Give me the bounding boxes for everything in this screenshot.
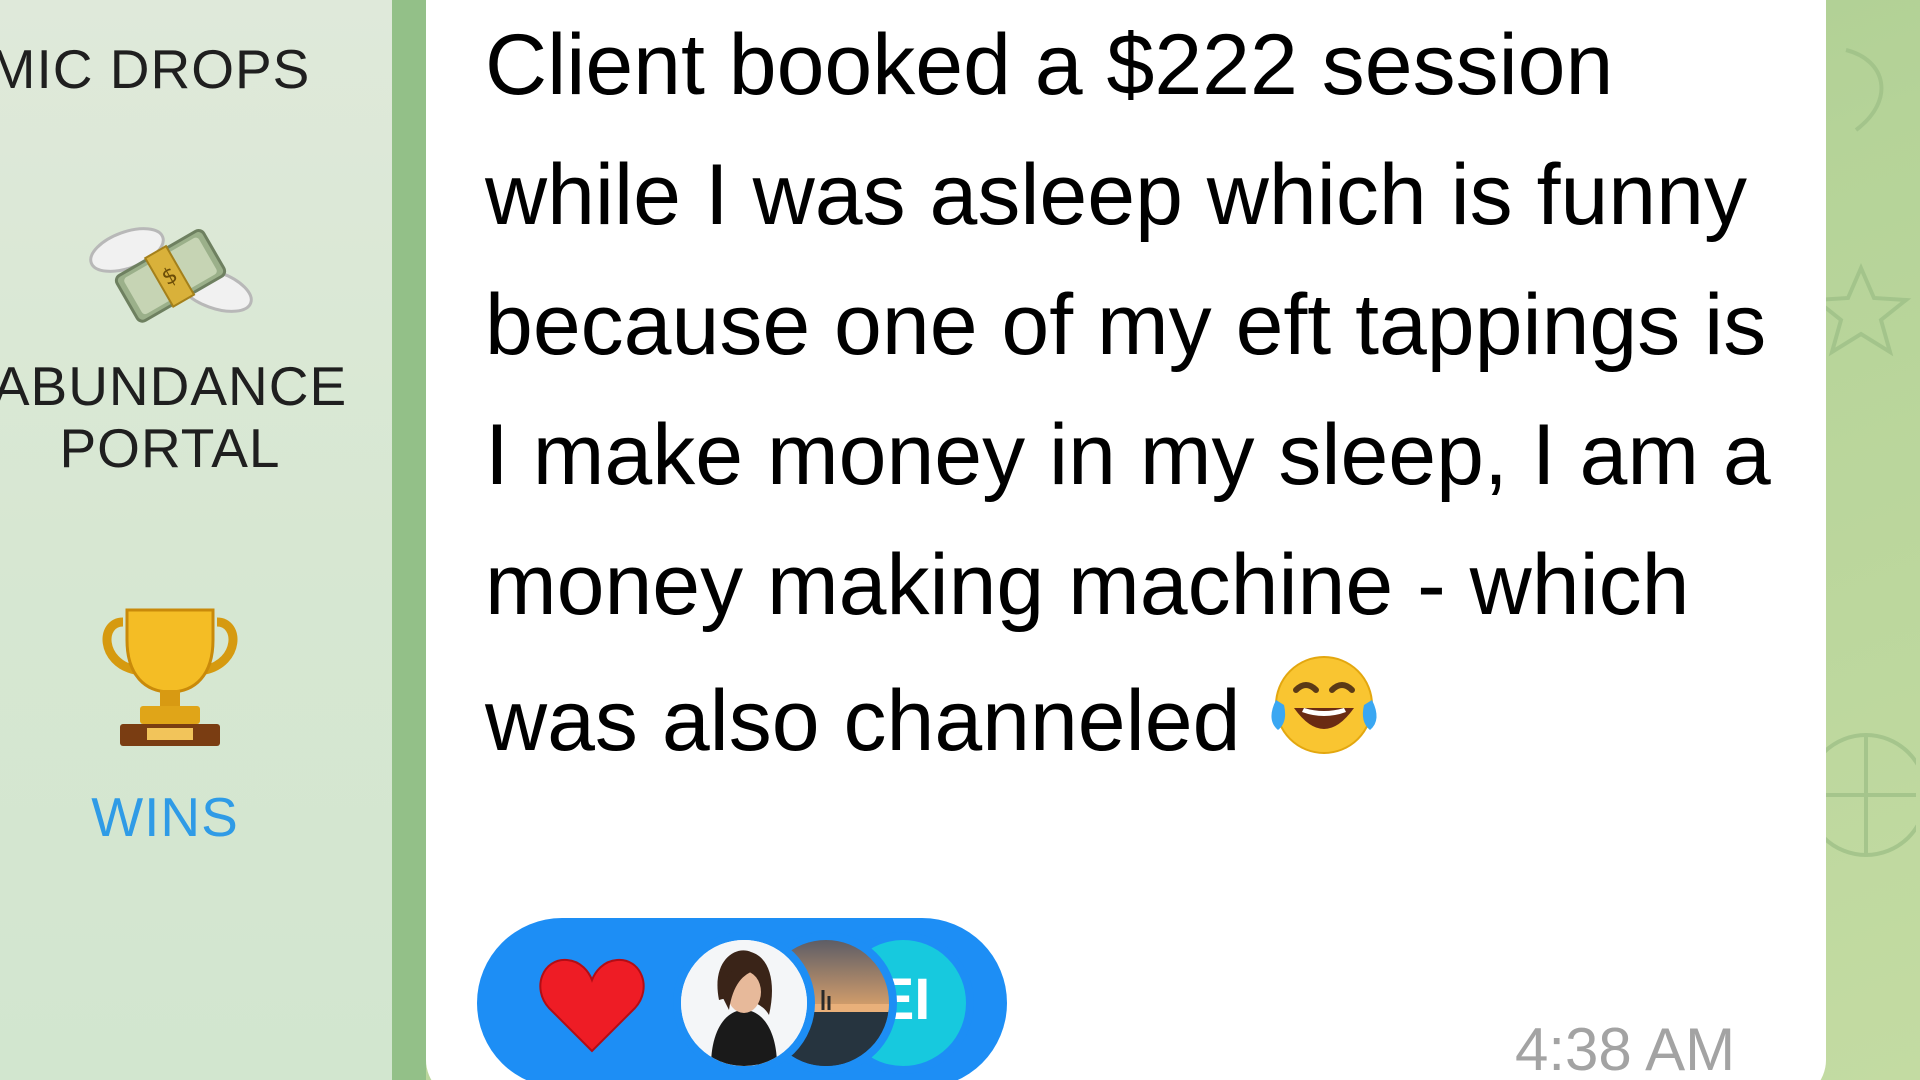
woman-photo-icon [681,940,807,1066]
trophy-icon [102,608,238,746]
face-with-tears-of-joy-icon [1271,656,1377,754]
sidebar-divider [392,0,426,1080]
message-timestamp: 4:38 AM [1515,1016,1736,1080]
folder-label-wins: WINS [91,786,239,848]
folder-abundance-portal[interactable]: $ ABUNDANCE PORTAL [0,195,346,479]
heart-icon [539,958,645,1053]
folder-label-abundance-portal: ABUNDANCE PORTAL [0,355,348,479]
folder-wins[interactable]: WINS [0,600,340,848]
folder-sidebar: MIC DROPS $ ABUNDANCE PORTAL WINS [0,0,392,1080]
reaction-button[interactable]: EI [477,918,1007,1080]
message-text: Client booked a $222 session while I was… [485,0,1785,786]
background-doodle-icon [1845,48,1884,132]
reactor-avatar-woman [673,932,815,1074]
message-body: Client booked a $222 session while I was… [485,17,1771,769]
folder-label-mic-drops: MIC DROPS [0,38,311,100]
money-with-wings-icon: $ [89,227,253,323]
